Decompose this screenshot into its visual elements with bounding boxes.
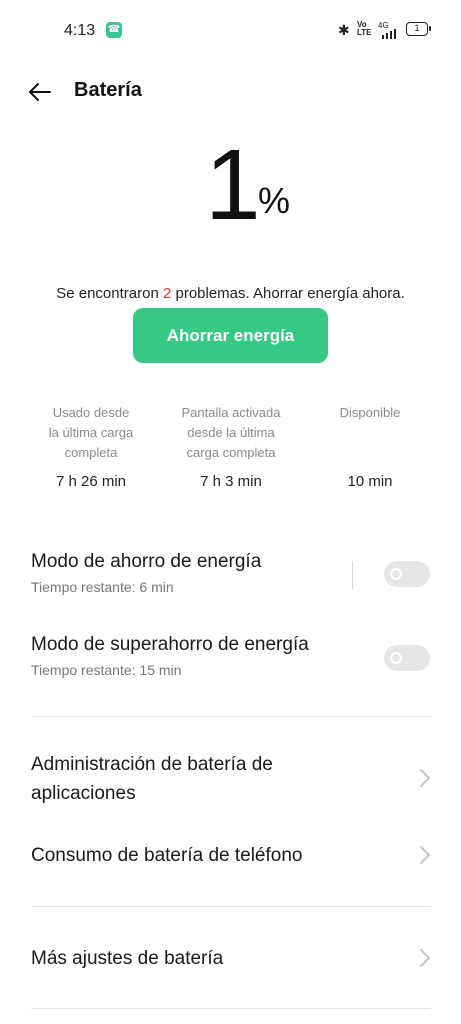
chevron-right-icon (420, 949, 430, 967)
stat-label-line: completa (64, 445, 118, 460)
toggle-knob (390, 652, 402, 664)
row-subtitle: Tiempo restante: 15 min (31, 662, 182, 678)
nav-item-title: Consumo de batería de teléfono (31, 845, 303, 866)
nav-item-title: Administración de batería de aplicacione… (31, 754, 273, 804)
stat-label-line: desde la última (187, 425, 275, 440)
stat-used-since-charge: Usado desde la última carga completa 7 h… (21, 403, 161, 490)
stat-available: Disponible 10 min (300, 403, 440, 490)
stat-label-line: Pantalla activada (181, 405, 281, 420)
battery-percent: 1 % (0, 130, 461, 240)
vertical-divider (352, 561, 353, 589)
row-subtitle: Tiempo restante: 6 min (31, 579, 174, 595)
section-divider (31, 716, 431, 717)
stat-label-line: carga completa (186, 445, 276, 460)
stat-label-line: Disponible (339, 405, 401, 420)
phone-battery-usage-item[interactable]: Consumo de batería de teléfono (31, 841, 431, 870)
more-battery-settings-item[interactable]: Más ajustes de batería (31, 944, 431, 973)
chevron-right-icon (420, 769, 430, 787)
stat-value: 7 h 3 min (200, 473, 262, 490)
back-button[interactable] (22, 74, 58, 110)
battery-percent-value: 1 (205, 129, 261, 241)
phone-call-icon: ☎ (106, 22, 122, 38)
toggle-knob (390, 568, 402, 580)
problems-suffix: problemas. Ahorrar energía ahora. (171, 285, 405, 302)
stat-label-line: la última carga (48, 425, 134, 440)
super-power-saving-toggle[interactable] (384, 645, 430, 671)
section-divider (31, 906, 431, 907)
save-energy-button[interactable]: Ahorrar energía (133, 308, 328, 363)
nav-item-title: Más ajustes de batería (31, 948, 224, 969)
status-time: 4:13 (64, 22, 96, 39)
usage-stats: Usado desde la última carga completa 7 h… (0, 403, 461, 503)
bluetooth-icon: ✱ (338, 22, 350, 38)
power-saving-mode-row[interactable]: Modo de ahorro de energía Tiempo restant… (31, 551, 431, 595)
app-header: Batería (0, 68, 461, 114)
super-power-saving-mode-row[interactable]: Modo de superahorro de energía Tiempo re… (31, 634, 431, 678)
stat-value: 7 h 26 min (55, 473, 127, 490)
power-saving-toggle[interactable] (384, 561, 430, 587)
status-bar: 4:13 ☎ ✱ Vo LTE 4G 1 (0, 0, 461, 62)
row-title: Modo de superahorro de energía (31, 634, 309, 655)
stat-screen-on: Pantalla activada desde la última carga … (161, 403, 301, 490)
row-title: Modo de ahorro de energía (31, 551, 262, 572)
problems-message: Se encontraron 2 problemas. Ahorrar ener… (0, 285, 461, 302)
battery-percent-sign: % (258, 180, 291, 221)
stat-value: 10 min (347, 473, 393, 490)
problems-prefix: Se encontraron (56, 285, 163, 302)
battery-icon: 1 (406, 22, 431, 36)
volte-icon: Vo LTE (357, 20, 372, 37)
page-title: Batería (74, 79, 142, 101)
stat-label-line: Usado desde (52, 405, 130, 420)
app-battery-management-item[interactable]: Administración de batería de aplicacione… (31, 750, 431, 808)
signal-4g-icon (382, 29, 396, 39)
section-divider (31, 1008, 431, 1009)
chevron-right-icon (420, 846, 430, 864)
arrow-left-icon (29, 83, 51, 101)
